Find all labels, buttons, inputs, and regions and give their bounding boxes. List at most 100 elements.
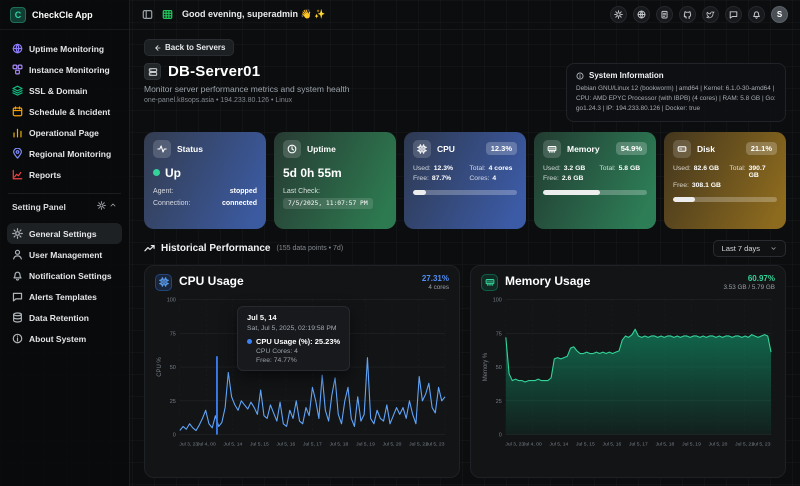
- memory-usage-chart[interactable]: 0255075100Jul 3, 23Jul 4, 00Jul 5, 14Jul…: [481, 294, 775, 457]
- sidebar-item-general-settings[interactable]: General Settings: [7, 223, 122, 244]
- app-name: CheckCle App: [32, 10, 93, 20]
- sidebar-item-reports[interactable]: Reports: [7, 164, 122, 185]
- svg-text:75: 75: [496, 331, 502, 337]
- page-title: DB-Server01: [168, 63, 260, 80]
- cpu-chip-icon: [413, 140, 431, 158]
- github-icon[interactable]: [679, 6, 696, 23]
- metric-cards: Status Up Agent:stopped Connection:conne…: [144, 132, 786, 229]
- sidebar-item-label: General Settings: [29, 229, 97, 239]
- theme-icon[interactable]: [610, 6, 627, 23]
- disk-card: Disk 21.1% Used:82.6 GB Total:390.7 GB F…: [664, 132, 786, 229]
- disk-icon: [673, 140, 691, 158]
- svg-text:0: 0: [173, 432, 176, 438]
- history-header: Historical Performance (155 data points …: [144, 240, 786, 257]
- sidebar-item-schedule-incident[interactable]: Schedule & Incident: [7, 101, 122, 122]
- svg-text:0: 0: [499, 432, 502, 438]
- twitter-icon[interactable]: [702, 6, 719, 23]
- sidebar-item-label: Uptime Monitoring: [29, 44, 104, 54]
- memory-progress-bar: [543, 190, 647, 195]
- memory-chart-submetric: 3.53 GB / 5.79 GB: [724, 284, 775, 291]
- sidebar-nav: Uptime Monitoring Instance Monitoring SS…: [0, 30, 129, 189]
- page-subtitle: Monitor server performance metrics and s…: [144, 84, 566, 94]
- layers-icon: [12, 85, 23, 96]
- svg-text:Jul 5, 15: Jul 5, 15: [576, 441, 595, 447]
- greeting-text: Good evening, superadmin 👋 ✨: [182, 9, 325, 20]
- memory-total-label: Total:: [599, 165, 615, 172]
- agent-label: Agent:: [153, 188, 173, 195]
- sidebar-item-label: SSL & Domain: [29, 86, 87, 96]
- history-meta: (155 data points • 7d): [277, 245, 344, 252]
- docs-icon[interactable]: [656, 6, 673, 23]
- sidebar-item-alerts-templates[interactable]: Alerts Templates: [7, 286, 122, 307]
- calendar-icon: [12, 106, 23, 117]
- disk-used-label: Used:: [673, 165, 691, 179]
- sidebar-item-label: About System: [29, 334, 86, 344]
- app-logo[interactable]: C CheckCle App: [0, 0, 129, 30]
- sidebar-item-operational-page[interactable]: Operational Page: [7, 122, 122, 143]
- sidebar-item-label: Instance Monitoring: [29, 65, 110, 75]
- time-range-select[interactable]: Last 7 days: [713, 240, 786, 257]
- charts-row: CPU Usage 27.31% 4 cores 0255075100Jul 3…: [144, 265, 786, 478]
- sidebar-item-about-system[interactable]: About System: [7, 328, 122, 349]
- disk-total-value: 390.7 GB: [749, 165, 777, 179]
- status-value: Up: [165, 166, 181, 180]
- sidebar-item-user-management[interactable]: User Management: [7, 244, 122, 265]
- sidebar-item-data-retention[interactable]: Data Retention: [7, 307, 122, 328]
- svg-text:Jul 5, 16: Jul 5, 16: [603, 441, 622, 447]
- chart-tooltip: Jul 5, 14 Sat, Jul 5, 2025, 02:19:58 PM …: [237, 306, 350, 371]
- memory-chart-title: Memory Usage: [505, 274, 590, 288]
- database-icon: [12, 312, 23, 323]
- tooltip-title: Jul 5, 14: [247, 313, 340, 322]
- memory-icon: [481, 274, 498, 291]
- svg-text:25: 25: [496, 399, 502, 405]
- avatar[interactable]: S: [771, 6, 788, 23]
- svg-text:Jul 5, 23: Jul 5, 23: [426, 441, 445, 447]
- chevron-up-icon[interactable]: [109, 201, 117, 212]
- cpu-total-value: 4 cores: [489, 165, 513, 172]
- svg-text:Jul 5, 17: Jul 5, 17: [303, 441, 322, 447]
- disk-free-value: 308.1 GB: [692, 182, 721, 189]
- tooltip-free: Free: 74.77%: [256, 357, 340, 364]
- memory-card: Memory 54.9% Used:3.2 GB Total:5.8 GB Fr…: [534, 132, 656, 229]
- setting-panel-header[interactable]: Setting Panel: [0, 194, 129, 215]
- chat-icon: [12, 291, 23, 302]
- cpu-free-label: Free:: [413, 175, 429, 182]
- gear-icon[interactable]: [97, 201, 106, 212]
- grid-icon[interactable]: [162, 9, 173, 20]
- notifications-icon[interactable]: [748, 6, 765, 23]
- sidebar-item-label: Operational Page: [29, 128, 99, 138]
- sidebar-item-regional-monitoring[interactable]: Regional Monitoring: [7, 143, 122, 164]
- sidebar-item-label: Regional Monitoring: [29, 149, 111, 159]
- svg-text:100: 100: [167, 297, 176, 303]
- server-icon: [144, 63, 161, 80]
- svg-text:50: 50: [496, 365, 502, 371]
- memory-card-title: Memory: [567, 144, 600, 154]
- cpu-card-title: CPU: [437, 144, 455, 154]
- svg-text:Jul 5, 17: Jul 5, 17: [629, 441, 648, 447]
- server-meta: one-panel.k8sops.asia • 194.233.80.126 •…: [144, 97, 566, 104]
- sidebar-item-ssl-domain[interactable]: SSL & Domain: [7, 80, 122, 101]
- sidebar-item-label: Data Retention: [29, 313, 89, 323]
- sidebar-item-instance-monitoring[interactable]: Instance Monitoring: [7, 59, 122, 80]
- language-icon[interactable]: [633, 6, 650, 23]
- feedback-icon[interactable]: [725, 6, 742, 23]
- gear-icon: [12, 228, 23, 239]
- back-to-servers-button[interactable]: Back to Servers: [144, 39, 234, 56]
- collapse-sidebar-icon[interactable]: [142, 9, 153, 20]
- cubes-icon: [12, 64, 23, 75]
- info-icon: [576, 72, 584, 80]
- sidebar-item-label: Schedule & Incident: [29, 107, 110, 117]
- memory-used-value: 3.2 GB: [564, 165, 586, 172]
- sidebar-item-notification-settings[interactable]: Notification Settings: [7, 265, 122, 286]
- globe-icon: [12, 43, 23, 54]
- cpu-free-value: 87.7%: [432, 175, 451, 182]
- sidebar-item-label: Alerts Templates: [29, 292, 97, 302]
- sidebar-item-uptime-monitoring[interactable]: Uptime Monitoring: [7, 38, 122, 59]
- cpu-usage-chart-card: CPU Usage 27.31% 4 cores 0255075100Jul 3…: [144, 265, 460, 478]
- cpu-progress-fill: [413, 190, 426, 195]
- svg-text:Jul 3, 23: Jul 3, 23: [505, 441, 524, 447]
- tooltip-main: CPU Usage (%): 25.23%: [256, 337, 340, 346]
- setting-panel-label: Setting Panel: [12, 202, 66, 212]
- disk-total-label: Total:: [729, 165, 745, 179]
- topbar-actions: S: [610, 6, 788, 23]
